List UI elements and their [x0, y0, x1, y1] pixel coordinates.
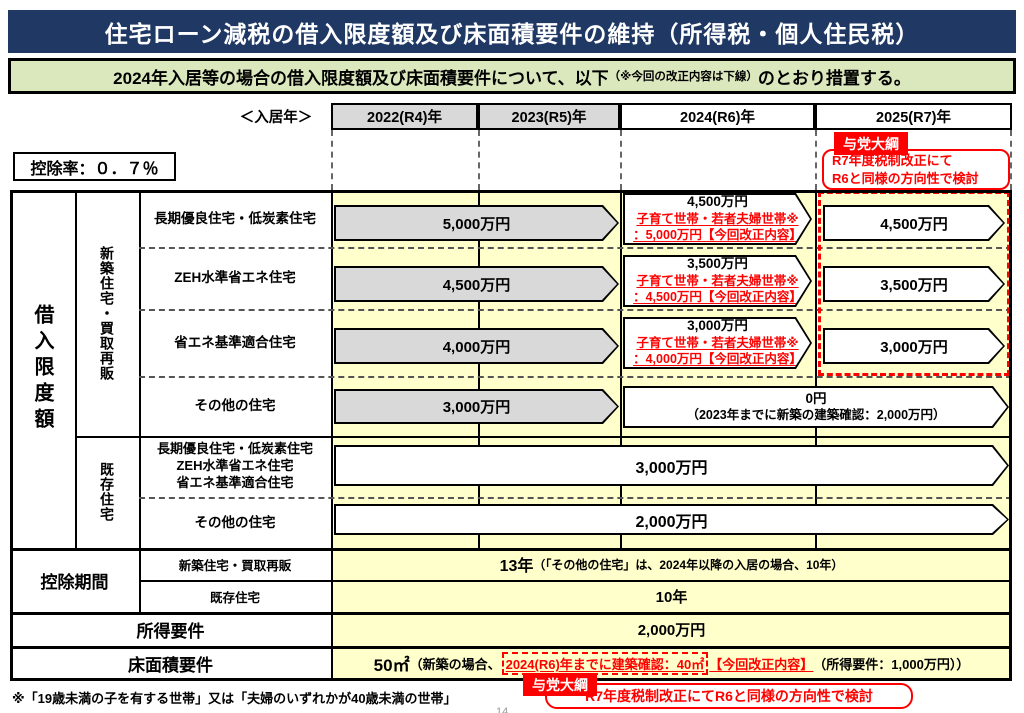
- arrow-2022-row1: 5,000万円: [334, 205, 619, 241]
- table-line: [478, 190, 480, 548]
- page-number: 14: [496, 706, 508, 713]
- arrow-amount: 3,000万円: [687, 318, 748, 335]
- arrow-amendment-line: 子育て世帯・若者夫婦世帯※: [636, 211, 798, 227]
- period-value-existing: 10年: [331, 580, 1012, 612]
- row-label-line: 長期優良住宅・低炭素住宅: [157, 441, 313, 458]
- floor-area-amendment-tag: 【今回改正内容】: [709, 654, 813, 673]
- year-header-2022: 2022(R4)年: [331, 103, 478, 130]
- group-label-existing: 既存住宅: [75, 436, 139, 548]
- section-divider: [10, 646, 1012, 649]
- section-label-income: 所得要件: [10, 612, 331, 646]
- section-divider: [10, 548, 1012, 551]
- arrow-amount: 3,500万円: [880, 274, 948, 295]
- arrow-amount: 3,000万円: [635, 454, 707, 478]
- row-label-energy-std: 省エネ基準適合住宅: [139, 309, 331, 376]
- arrow-amendment-line: ：4,500万円【今回改正内容】: [633, 289, 802, 305]
- arrow-amount: 4,500万円: [443, 274, 511, 295]
- arrow-amount: 3,500万円: [687, 256, 748, 273]
- period-value-main: 13年: [500, 552, 534, 576]
- column-guide-line: [620, 130, 622, 190]
- deduction-rate-box: 控除率：０．７％: [13, 152, 176, 181]
- subtitle-text: 2024年入居等の場合の借入限度額及び床面積要件について、以下: [113, 64, 608, 89]
- arrow-2024-row2: 3,500万円 子育て世帯・若者夫婦世帯※ ：4,500万円【今回改正内容】: [623, 255, 812, 307]
- r7-review-note-top: R7年度税制改正にて R6と同様の方向性で検討: [822, 149, 1010, 190]
- move-in-year-label: ＜入居年＞: [222, 103, 330, 130]
- group-label-new-build: 新築住宅・買取再販: [75, 190, 139, 436]
- year-header-2024: 2024(R6)年: [620, 103, 815, 130]
- floor-area-main: 50㎡: [374, 651, 410, 676]
- arrow-amount: 4,500万円: [880, 213, 948, 234]
- r7-note-line2: R6と同様の方向性で検討: [832, 170, 1008, 188]
- floor-area-text: （新築の場合、: [410, 654, 501, 673]
- income-value: 2,000万円: [331, 612, 1012, 646]
- column-guide-line: [478, 130, 480, 190]
- subtitle-note: （※今回の改正内容は下線）: [609, 68, 758, 84]
- year-header-2025: 2025(R7)年: [815, 103, 1012, 130]
- arrow-amount: 4,000万円: [443, 336, 511, 357]
- row-label-line: ZEH水準省エネ住宅: [176, 458, 293, 475]
- footnote: ※「19歳未満の子を有する世帯」又は「夫婦のいずれかが40歳未満の世帯」: [12, 688, 457, 707]
- row-label-other-new: その他の住宅: [139, 376, 331, 436]
- period-row-label-existing: 既存住宅: [139, 580, 331, 612]
- period-value-note: （「その他の住宅」は、2024年以降の入居の場合、10年）: [533, 556, 843, 573]
- page-title: 住宅ローン減税の借入限度額及び床面積要件の維持（所得税・個人住民税）: [8, 10, 1016, 53]
- floor-area-amendment-box: 2024(R6)年までに建築確認：40㎡: [502, 652, 709, 675]
- row-label-long-term: 長期優良住宅・低炭素住宅: [139, 190, 331, 247]
- period-row-label-new: 新築住宅・買取再販: [139, 548, 331, 580]
- arrow-amount: 2,000万円: [635, 508, 707, 532]
- table-line: [815, 190, 817, 548]
- r7-review-note-bottom: R7年度税制改正にてR6と同様の方向性で検討: [545, 683, 913, 709]
- ruling-party-badge-bottom: 与党大綱: [523, 673, 597, 696]
- row-label-existing-quality: 長期優良住宅・低炭素住宅 ZEH水準省エネ住宅 省エネ基準適合住宅: [139, 436, 331, 497]
- year-header-2023: 2023(R5)年: [478, 103, 620, 130]
- period-value-new: 13年（「その他の住宅」は、2024年以降の入居の場合、10年）: [331, 548, 1012, 580]
- section-label-borrow-limit: 借入限度額: [10, 190, 75, 548]
- arrow-existing-other: 2,000万円: [334, 504, 1009, 535]
- row-label-zeh: ZEH水準省エネ住宅: [139, 247, 331, 309]
- arrow-2024-2025-other: 0円 （2023年までに新築の建築確認：2,000万円）: [623, 386, 1009, 428]
- page: 住宅ローン減税の借入限度額及び床面積要件の維持（所得税・個人住民税） 2024年…: [0, 0, 1024, 713]
- arrow-amendment-line: ：4,000万円【今回改正内容】: [633, 351, 802, 367]
- arrow-2024-row3: 3,000万円 子育て世帯・若者夫婦世帯※ ：4,000万円【今回改正内容】: [623, 317, 812, 369]
- arrow-amount: 4,500万円: [687, 194, 748, 211]
- arrow-2022-row3: 4,000万円: [334, 328, 619, 364]
- arrow-amendment-line: 子育て世帯・若者夫婦世帯※: [636, 273, 798, 289]
- arrow-note: （2023年までに新築の建築確認：2,000万円）: [686, 408, 945, 424]
- column-guide-line: [815, 130, 817, 190]
- column-guide-line: [1010, 130, 1012, 190]
- arrow-amount: 0円: [805, 391, 826, 408]
- arrow-amount: 3,000万円: [880, 336, 948, 357]
- arrow-2025-row1: 4,500万円: [823, 205, 1005, 241]
- arrow-amount: 3,000万円: [443, 396, 511, 417]
- arrow-2025-row2: 3,500万円: [823, 266, 1005, 302]
- arrow-2024-row1: 4,500万円 子育て世帯・若者夫婦世帯※ ：5,000万円【今回改正内容】: [623, 193, 812, 245]
- arrow-2022-row4: 3,000万円: [334, 389, 619, 424]
- arrow-2025-row3: 3,000万円: [823, 328, 1005, 364]
- subtitle-text-post: のとおり措置する。: [758, 64, 911, 89]
- table-line: [620, 190, 622, 548]
- row-label-line: 省エネ基準適合住宅: [176, 475, 293, 492]
- arrow-amount: 5,000万円: [443, 213, 511, 234]
- arrow-amendment-line: 子育て世帯・若者夫婦世帯※: [636, 335, 798, 351]
- arrow-amendment-line: ：5,000万円【今回改正内容】: [633, 227, 802, 243]
- floor-area-value: 50㎡ （新築の場合、 2024(R6)年までに建築確認：40㎡ 【今回改正内容…: [331, 646, 1012, 681]
- section-label-deduction-period: 控除期間: [10, 548, 139, 612]
- column-guide-line: [331, 130, 333, 190]
- row-label-other-existing: その他の住宅: [139, 497, 331, 548]
- section-label-floor-area: 床面積要件: [10, 646, 331, 681]
- arrow-existing-quality: 3,000万円: [334, 445, 1009, 486]
- ruling-party-badge-top: 与党大綱: [834, 132, 908, 155]
- section-divider: [10, 612, 1012, 615]
- arrow-2022-row2: 4,500万円: [334, 266, 619, 302]
- subtitle-banner: 2024年入居等の場合の借入限度額及び床面積要件について、以下（※今回の改正内容…: [8, 58, 1016, 94]
- floor-area-text: （所得要件：1,000万円））: [813, 654, 969, 673]
